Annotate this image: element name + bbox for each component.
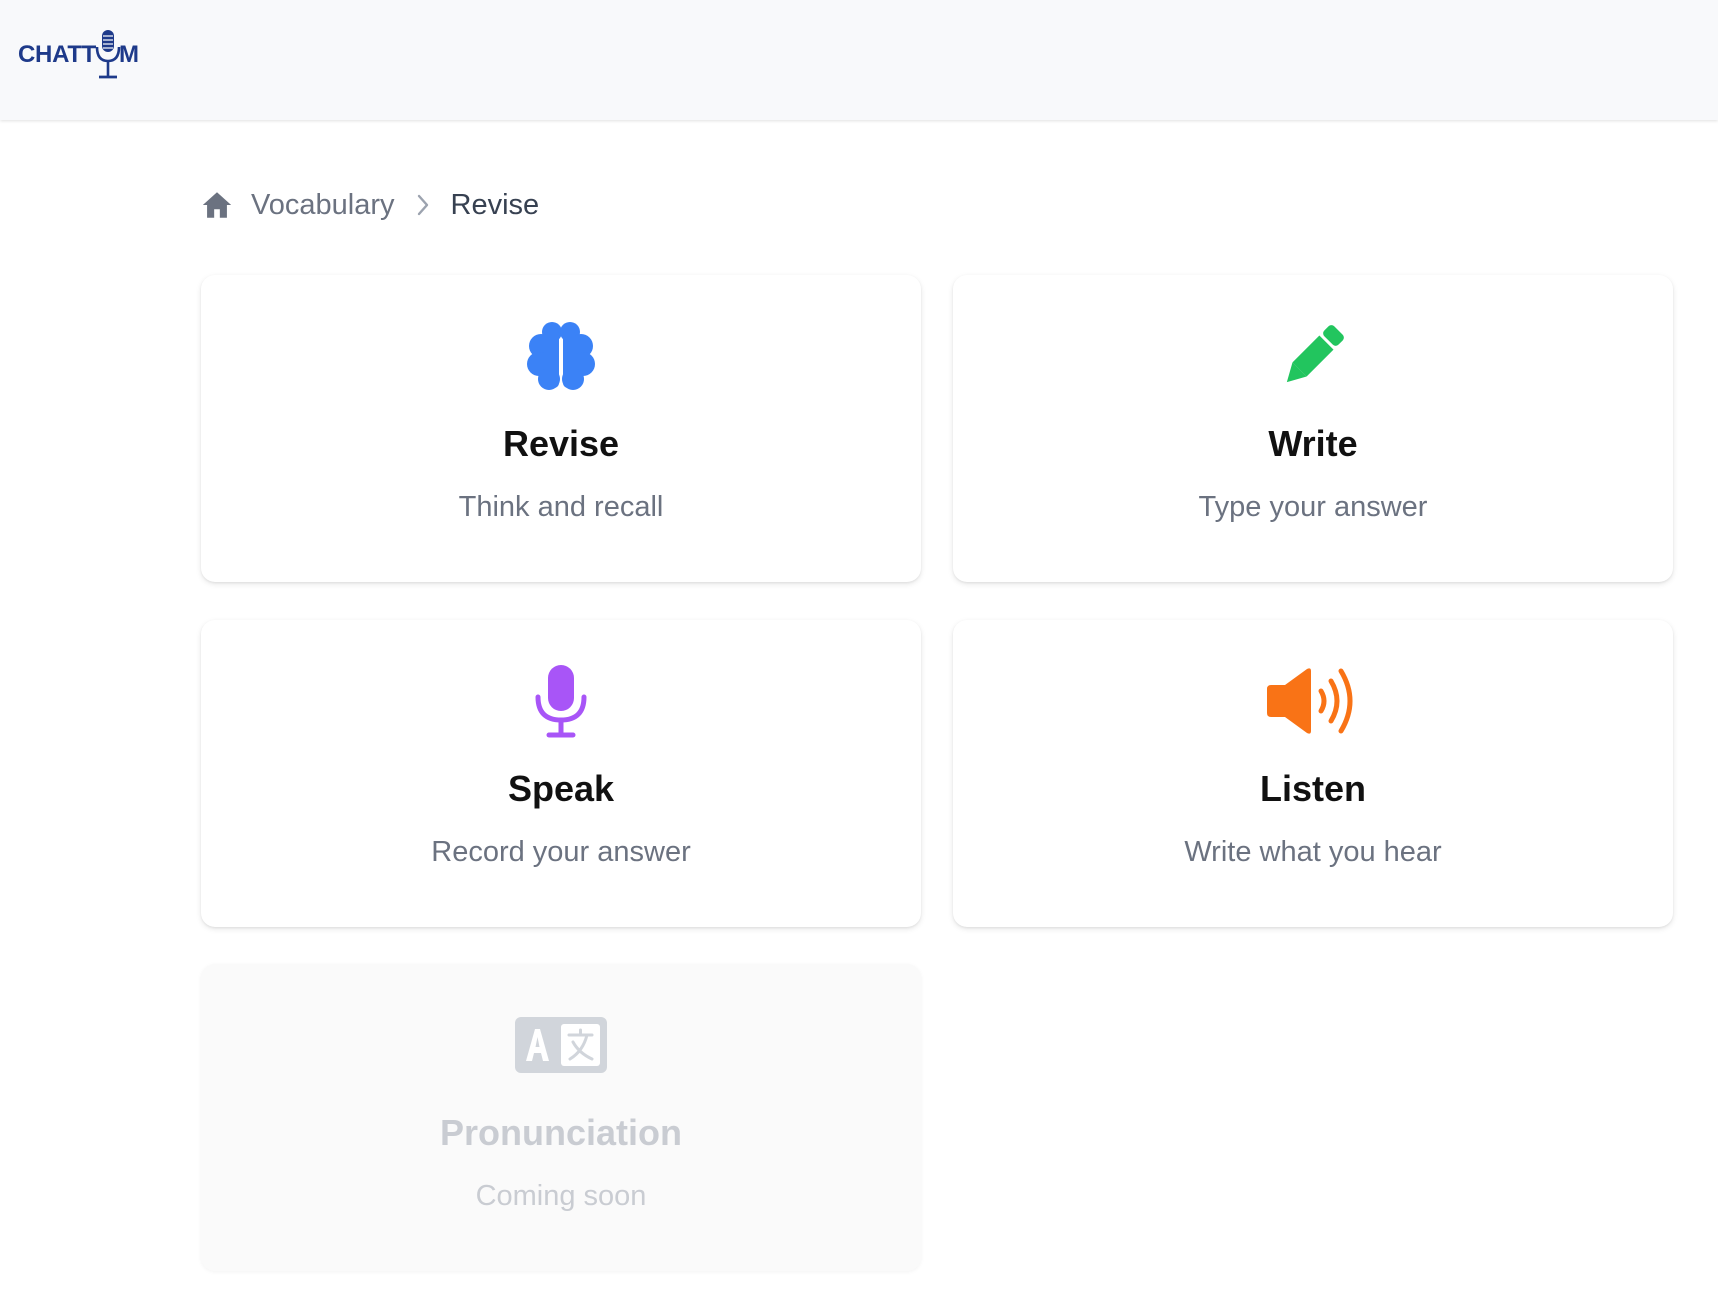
card-subtitle: Coming soon (475, 1180, 647, 1212)
breadcrumb-current: Revise (450, 188, 540, 221)
card-title: Revise (502, 423, 620, 464)
speak-card[interactable]: Speak Record your answer (201, 620, 921, 927)
card-subtitle: Type your answer (1198, 491, 1428, 523)
breadcrumb: Vocabulary Revise (200, 183, 539, 227)
write-card[interactable]: Write Type your answer (953, 275, 1673, 582)
breadcrumb-vocabulary-link[interactable]: Vocabulary (251, 189, 395, 222)
card-subtitle: Record your answer (431, 836, 691, 868)
card-subtitle: Think and recall (458, 491, 664, 523)
brain-icon (527, 322, 595, 390)
listen-card[interactable]: Listen Write what you hear (953, 620, 1673, 927)
logo-text-left: CHATT (18, 41, 97, 68)
card-title: Pronunciation (440, 1112, 682, 1153)
card-title: Write (1268, 423, 1358, 464)
home-icon[interactable] (200, 188, 234, 222)
top-bar: CHATT M (0, 0, 1718, 120)
chattom-logo[interactable]: CHATT M (18, 28, 139, 82)
card-title: Listen (1259, 768, 1366, 809)
revise-card[interactable]: Revise Think and recall (201, 275, 921, 582)
card-subtitle: Write what you hear (1184, 836, 1442, 868)
logo-text-right: M (119, 41, 139, 68)
chevron-right-icon (413, 190, 433, 220)
translate-icon (515, 1017, 607, 1073)
card-title: Speak (507, 768, 615, 809)
pronunciation-card: Pronunciation Coming soon (201, 964, 921, 1271)
speaker-icon (1267, 668, 1353, 734)
microphone-icon (535, 665, 587, 738)
pencil-icon (1286, 325, 1344, 383)
